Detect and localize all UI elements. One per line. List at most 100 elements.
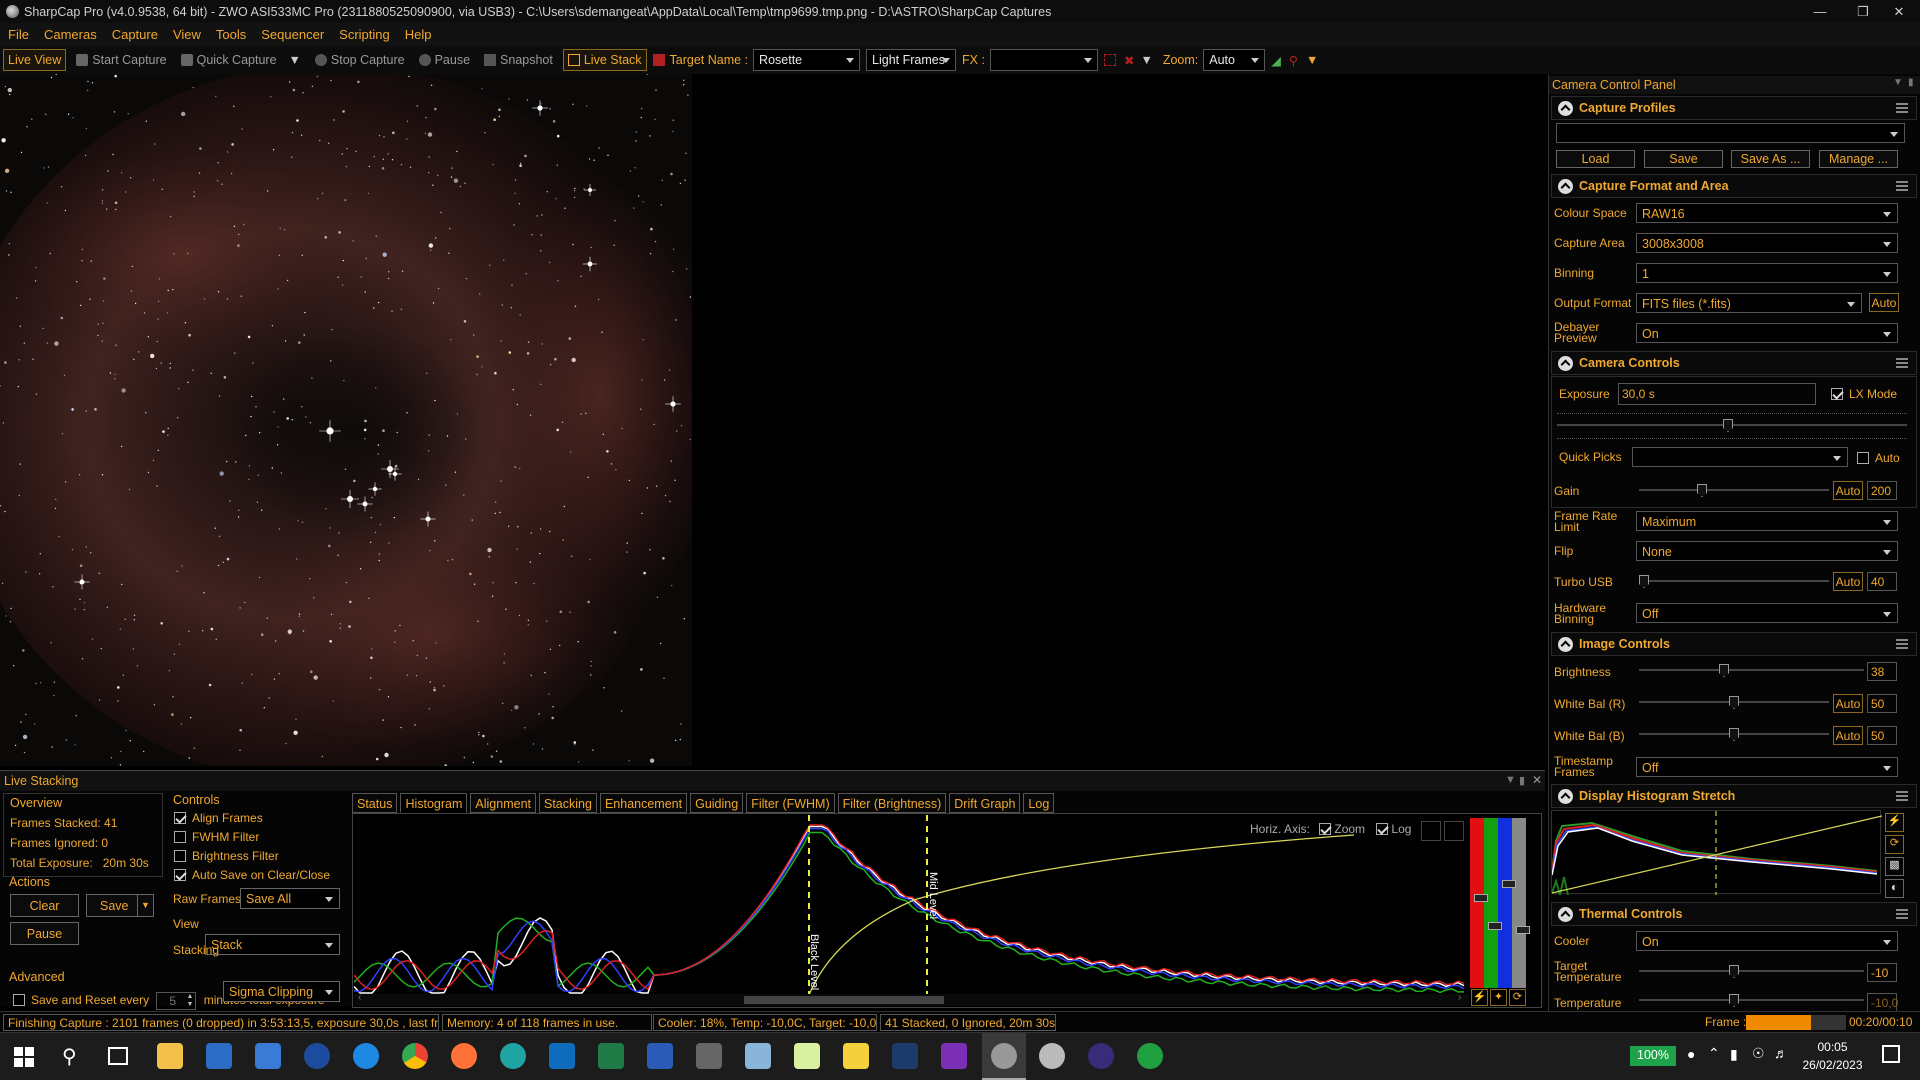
- menu-capture[interactable]: Capture: [112, 27, 158, 42]
- tab-filter-brightness[interactable]: Filter (Brightness): [837, 793, 947, 813]
- gain-slider[interactable]: [1639, 484, 1829, 497]
- save-profile-button[interactable]: Save: [1644, 150, 1723, 168]
- white-bal-b-slider[interactable]: [1639, 728, 1829, 741]
- collapse-icon[interactable]: [1558, 636, 1573, 652]
- output-format-auto-button[interactable]: Auto: [1869, 293, 1899, 312]
- panel-menu-icon[interactable]: ▼: [1893, 77, 1903, 88]
- target-temperature-value[interactable]: -10: [1867, 963, 1897, 982]
- luminance-level-bar[interactable]: [1512, 818, 1526, 988]
- align-frames-row[interactable]: Align Frames: [174, 811, 263, 825]
- turbo-usb-slider[interactable]: [1639, 575, 1829, 588]
- red-level-bar[interactable]: [1470, 818, 1484, 988]
- menu-tools[interactable]: Tools: [216, 27, 246, 42]
- crosshair-icon[interactable]: ✖: [1124, 53, 1134, 68]
- frame-rate-select[interactable]: Maximum: [1636, 511, 1898, 531]
- white-bal-r-slider[interactable]: [1639, 696, 1829, 709]
- debayer-preview-select[interactable]: On: [1636, 323, 1898, 343]
- collapse-icon[interactable]: [1558, 906, 1573, 922]
- magnifier-icon[interactable]: ⚲: [1289, 53, 1298, 68]
- turbo-usb-value[interactable]: 40: [1867, 572, 1897, 591]
- internet-explorer-icon[interactable]: [353, 1043, 379, 1069]
- save-as-profile-button[interactable]: Save As ...: [1731, 150, 1810, 168]
- close-button[interactable]: ✕: [1876, 0, 1920, 23]
- zoom-select[interactable]: Auto: [1203, 49, 1266, 71]
- star-icon[interactable]: ✦: [1490, 989, 1507, 1006]
- timestamp-frames-select[interactable]: Off: [1636, 757, 1898, 777]
- image-controls-header[interactable]: Image Controls: [1551, 632, 1917, 656]
- battery-icon[interactable]: ▮: [1730, 1046, 1738, 1063]
- chevron-up-icon[interactable]: ⌃: [1708, 1045, 1720, 1062]
- cooler-select[interactable]: On: [1636, 931, 1898, 951]
- contrast-icon[interactable]: ◐: [1885, 879, 1904, 898]
- histogram-plot[interactable]: Black Level Mid Level Horiz. Axis: Zoom …: [352, 813, 1542, 1008]
- tab-guiding[interactable]: Guiding: [690, 793, 744, 813]
- fwhm-filter-checkbox[interactable]: [174, 831, 186, 843]
- target-name-select[interactable]: Rosette: [753, 49, 861, 71]
- histogram-icon[interactable]: ◢: [1271, 53, 1281, 68]
- notifications-icon[interactable]: [1882, 1045, 1900, 1063]
- gain-auto-button[interactable]: Auto: [1833, 481, 1863, 500]
- white-bal-b-value[interactable]: 50: [1867, 726, 1897, 745]
- histogram-stretch-header[interactable]: Display Histogram Stretch: [1551, 784, 1917, 808]
- lum-level-slider[interactable]: [1516, 926, 1530, 934]
- green-level-bar[interactable]: [1484, 818, 1498, 988]
- search-icon[interactable]: ⚲: [62, 1044, 77, 1069]
- collapse-icon[interactable]: [1558, 178, 1573, 194]
- menu-icon[interactable]: [1896, 103, 1908, 113]
- thermal-controls-header[interactable]: Thermal Controls: [1551, 902, 1917, 926]
- tab-filter-fwhm[interactable]: Filter (FWHM): [746, 793, 835, 813]
- lightning-icon[interactable]: [1421, 821, 1441, 841]
- collapse-icon[interactable]: [1558, 788, 1573, 804]
- capture-area-select[interactable]: 3008x3008: [1636, 233, 1898, 253]
- collapse-icon[interactable]: [1558, 100, 1573, 116]
- firefox-icon[interactable]: [451, 1043, 477, 1069]
- log-checkbox[interactable]: [1376, 823, 1389, 835]
- quick-picks-auto-row[interactable]: Auto: [1857, 451, 1900, 465]
- brightness-filter-checkbox[interactable]: [174, 850, 186, 862]
- minimize-button[interactable]: —: [1797, 0, 1843, 23]
- fwhm-filter-row[interactable]: FWHM Filter: [174, 830, 259, 844]
- auto-save-checkbox[interactable]: [174, 869, 186, 881]
- quick-picks-select[interactable]: [1632, 447, 1848, 467]
- quick-picks-auto-checkbox[interactable]: [1857, 452, 1869, 464]
- save-reset-checkbox[interactable]: [13, 994, 25, 1007]
- menu-scripting[interactable]: Scripting: [339, 27, 390, 42]
- camera-controls-header[interactable]: Camera Controls: [1551, 351, 1917, 375]
- powershell-icon[interactable]: [206, 1043, 232, 1069]
- chevron-down-icon[interactable]: ▼: [289, 53, 301, 67]
- roi-icon[interactable]: [1103, 54, 1116, 66]
- scroll-right-icon[interactable]: ›: [1458, 992, 1461, 1003]
- reset-stretch-icon[interactable]: ⟳: [1885, 835, 1904, 854]
- windows-start-icon[interactable]: [14, 1047, 34, 1067]
- chrome-icon[interactable]: [402, 1043, 428, 1069]
- chevron-down-icon[interactable]: ▼: [1140, 53, 1152, 67]
- output-format-select[interactable]: FITS files (*.fits): [1636, 293, 1862, 313]
- app-icon[interactable]: [304, 1043, 330, 1069]
- live-stack-button[interactable]: Live Stack: [562, 49, 647, 71]
- exposure-slider[interactable]: [1557, 419, 1907, 432]
- target-temperature-slider[interactable]: [1639, 965, 1864, 978]
- brightness-slider[interactable]: [1639, 664, 1864, 677]
- stellarium-icon[interactable]: [1088, 1043, 1114, 1069]
- slider-thumb[interactable]: [1729, 728, 1739, 741]
- menu-icon[interactable]: [1896, 358, 1908, 368]
- slider-thumb[interactable]: [1729, 696, 1739, 709]
- file-explorer-icon[interactable]: [157, 1043, 183, 1069]
- menu-icon[interactable]: [1896, 181, 1908, 191]
- pin-icon[interactable]: ▮: [1908, 77, 1914, 88]
- save-reset-minutes-input[interactable]: 5 ▲ ▼: [156, 992, 197, 1010]
- menu-view[interactable]: View: [173, 27, 201, 42]
- onenote-icon[interactable]: [941, 1043, 967, 1069]
- white-bal-b-auto-button[interactable]: Auto: [1833, 726, 1863, 745]
- calculator-icon[interactable]: [696, 1043, 722, 1069]
- wifi-icon[interactable]: ☉: [1752, 1045, 1765, 1062]
- manage-profiles-button[interactable]: Manage ...: [1819, 150, 1898, 168]
- capture-profile-select[interactable]: [1556, 123, 1905, 143]
- histogram-scrollbar[interactable]: ‹ ›: [354, 992, 1469, 1006]
- hardware-binning-select[interactable]: Off: [1636, 603, 1898, 623]
- quick-capture-button[interactable]: Quick Capture ▼: [177, 49, 305, 71]
- brightness-filter-row[interactable]: Brightness Filter: [174, 849, 279, 863]
- align-frames-checkbox[interactable]: [174, 812, 186, 824]
- turbo-usb-auto-button[interactable]: Auto: [1833, 572, 1863, 591]
- slider-thumb[interactable]: [1729, 965, 1739, 978]
